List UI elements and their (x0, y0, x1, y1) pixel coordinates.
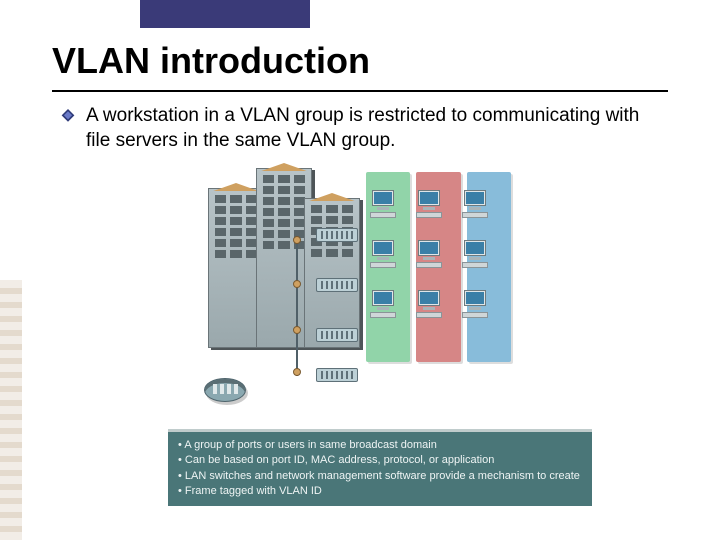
workstation-icon (368, 240, 402, 268)
workstation-icon (460, 240, 494, 268)
info-caption-box: A group of ports or users in same broadc… (168, 432, 592, 506)
title-underline (52, 90, 668, 92)
workstation-icon (368, 290, 402, 318)
switch-icon (316, 278, 358, 292)
switch-icon (316, 368, 358, 382)
header-accent-bar (140, 0, 310, 28)
workstation-icon (414, 240, 448, 268)
workstation-icon (414, 190, 448, 218)
workstation-row (368, 236, 508, 272)
info-item: Can be based on port ID, MAC address, pr… (178, 453, 582, 468)
trunk-line (296, 236, 298, 376)
info-item: Frame tagged with VLAN ID (178, 484, 582, 499)
bullet-text: A workstation in a VLAN group is restric… (86, 104, 660, 153)
vlan-diagram (198, 168, 518, 408)
info-item: LAN switches and network management soft… (178, 469, 582, 484)
router-icon (204, 378, 246, 402)
workstation-icon (460, 290, 494, 318)
workstation-row (368, 286, 508, 322)
switch-icon (316, 328, 358, 342)
slide-title: VLAN introduction (52, 40, 370, 82)
workstation-icon (460, 190, 494, 218)
switch-icon (316, 228, 358, 242)
buildings-icon (208, 168, 358, 348)
workstation-icon (414, 290, 448, 318)
bullet-row: A workstation in a VLAN group is restric… (60, 104, 660, 153)
info-item: A group of ports or users in same broadc… (178, 438, 582, 453)
side-decor-stripes (0, 280, 22, 540)
workstation-row (368, 186, 508, 222)
workstation-icon (368, 190, 402, 218)
diamond-bullet-icon (60, 108, 76, 129)
